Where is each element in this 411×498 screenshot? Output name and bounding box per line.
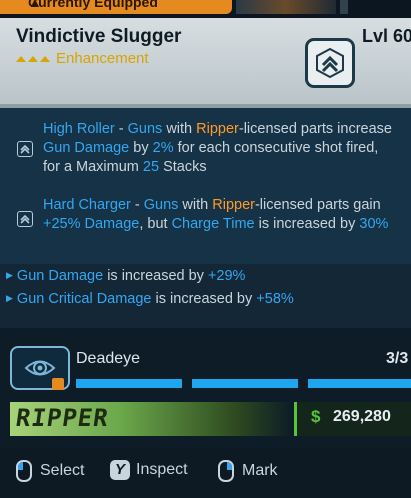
manufacturer-name: Deadeye (76, 350, 141, 367)
chevron-up-icon (17, 211, 33, 227)
perk-text-segment: with (178, 197, 213, 213)
item-level: Lvl 60 (362, 26, 411, 46)
item-header: Vindictive Slugger Enhancement Lvl 60 (0, 18, 411, 108)
item-name: Vindictive Slugger (16, 26, 182, 47)
perk-text-segment: High Roller (43, 121, 115, 137)
action-bar: Select Y Inspect Mark (0, 448, 411, 498)
item-rarity: Enhancement (56, 50, 149, 67)
perk-text-segment: Ripper (196, 121, 239, 137)
brand-logo: RIPPER (14, 404, 111, 432)
y-key-icon: Y (110, 460, 130, 480)
manufacturer-count: 3/3 (386, 350, 409, 367)
bonus-line: ▶ Gun Damage is increased by +29% (6, 268, 246, 284)
perk-text-segment: Ripper (212, 197, 255, 213)
perk-text-segment: 25 (142, 159, 160, 175)
perk-text-segment: by (129, 140, 153, 156)
weapon-thumbnail[interactable] (236, 0, 336, 14)
lock-icon (52, 378, 64, 390)
mark-action[interactable]: Mark (218, 460, 278, 482)
perk-text-segment: Guns (143, 197, 179, 213)
perk-text-segment: -licensed parts gain (254, 197, 381, 213)
perk-description: High Roller - Guns with Ripper-licensed … (43, 120, 397, 177)
perk-text-segment: Guns (127, 121, 163, 137)
price-value: 269,280 (333, 408, 391, 425)
tab-divider (340, 0, 348, 14)
perk-text-segment: -licensed parts increase (238, 121, 392, 137)
rarity-chevrons-icon (16, 55, 50, 62)
perk-description: Hard Charger - Guns with Ripper-licensed… (43, 196, 397, 234)
chevron-up-icon (17, 141, 33, 157)
item-card: Vindictive Slugger Enhancement Lvl 60 Hi… (0, 18, 411, 498)
perks-panel: High Roller - Guns with Ripper-licensed … (0, 108, 411, 264)
set-progress-segment (76, 379, 182, 388)
inspect-action[interactable]: Y Inspect (110, 460, 188, 480)
rarity-row: Enhancement (16, 50, 149, 67)
perk-text-segment: Stacks (159, 159, 207, 175)
perk-text-segment: , but (139, 216, 172, 232)
select-action[interactable]: Select (16, 460, 84, 482)
perk-text-segment: - (114, 121, 128, 137)
perk-text-segment: with (162, 121, 197, 137)
currency-symbol: $ (311, 407, 321, 426)
bullet-icon: ▶ (6, 270, 13, 280)
right-mouse-icon (218, 460, 234, 482)
perk-text-segment: Hard Charger (43, 197, 131, 213)
price-box: $ 269,280 (294, 402, 411, 436)
perk-text-segment: Charge Time (171, 216, 255, 232)
bullet-icon: ▶ (6, 293, 13, 303)
enhancement-type-icon (305, 38, 355, 88)
perk-text-segment: is increased by (254, 216, 360, 232)
perk-text-segment: - (130, 197, 144, 213)
character-portrait (358, 52, 411, 104)
perk-text-segment: 2% (152, 140, 174, 156)
perk-text-segment: Gun Damage (43, 140, 130, 156)
tab-label: Currently Equipped (28, 0, 158, 10)
tab-currently-equipped[interactable]: ▲ Currently Equipped (0, 0, 232, 14)
manufacturer-panel: Deadeye 3/3 RIPPER $ 269,280 (0, 328, 411, 448)
bonus-line: ▶ Gun Critical Damage is increased by +58… (6, 291, 294, 307)
brand-banner: RIPPER (10, 402, 292, 436)
perk-text-segment: 30% (359, 216, 389, 232)
left-mouse-icon (16, 460, 32, 482)
set-progress-segment (308, 379, 411, 388)
perk-text-segment: +25% Damage (43, 216, 140, 232)
set-progress-segment (192, 379, 298, 388)
